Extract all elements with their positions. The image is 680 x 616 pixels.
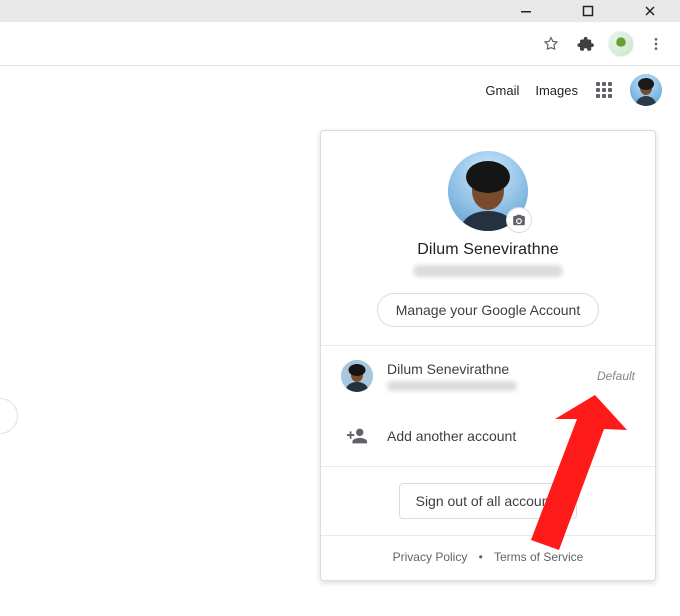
default-tag: Default — [597, 369, 635, 383]
browser-toolbar — [0, 22, 680, 66]
window-titlebar — [0, 0, 680, 22]
account-avatar — [341, 360, 373, 392]
header-avatar[interactable] — [630, 74, 662, 106]
close-button[interactable] — [628, 0, 672, 22]
star-icon[interactable] — [538, 31, 564, 57]
camera-icon[interactable] — [506, 207, 532, 233]
manage-account-button[interactable]: Manage your Google Account — [377, 293, 599, 327]
primary-email — [413, 265, 563, 277]
maximize-button[interactable] — [566, 0, 610, 22]
add-account-button[interactable]: Add another account — [321, 406, 655, 466]
page-header: Gmail Images — [0, 66, 680, 114]
images-link[interactable]: Images — [535, 83, 578, 98]
account-name: Dilum Senevirathne — [387, 361, 583, 378]
sign-out-button[interactable]: Sign out of all accounts — [399, 483, 578, 519]
terms-link[interactable]: Terms of Service — [494, 550, 583, 564]
browser-profile-icon[interactable] — [608, 31, 634, 57]
person-add-icon — [341, 420, 373, 452]
avatar-wrap — [448, 151, 528, 231]
minimize-button[interactable] — [504, 0, 548, 22]
kebab-menu-icon[interactable] — [642, 30, 670, 58]
privacy-policy-link[interactable]: Privacy Policy — [393, 550, 468, 564]
nav-arrow-peek[interactable] — [0, 398, 18, 434]
account-row[interactable]: Dilum Senevirathne Default — [321, 346, 655, 406]
add-account-label: Add another account — [387, 428, 635, 445]
account-email — [387, 381, 517, 391]
apps-grid-icon[interactable] — [594, 80, 614, 100]
extensions-icon[interactable] — [572, 30, 600, 58]
card-footer: Privacy Policy • Terms of Service — [321, 536, 655, 580]
dot-separator: • — [479, 550, 483, 564]
gmail-link[interactable]: Gmail — [485, 83, 519, 98]
display-name: Dilum Senevirathne — [345, 241, 631, 259]
account-popup: Dilum Senevirathne Manage your Google Ac… — [320, 130, 656, 581]
